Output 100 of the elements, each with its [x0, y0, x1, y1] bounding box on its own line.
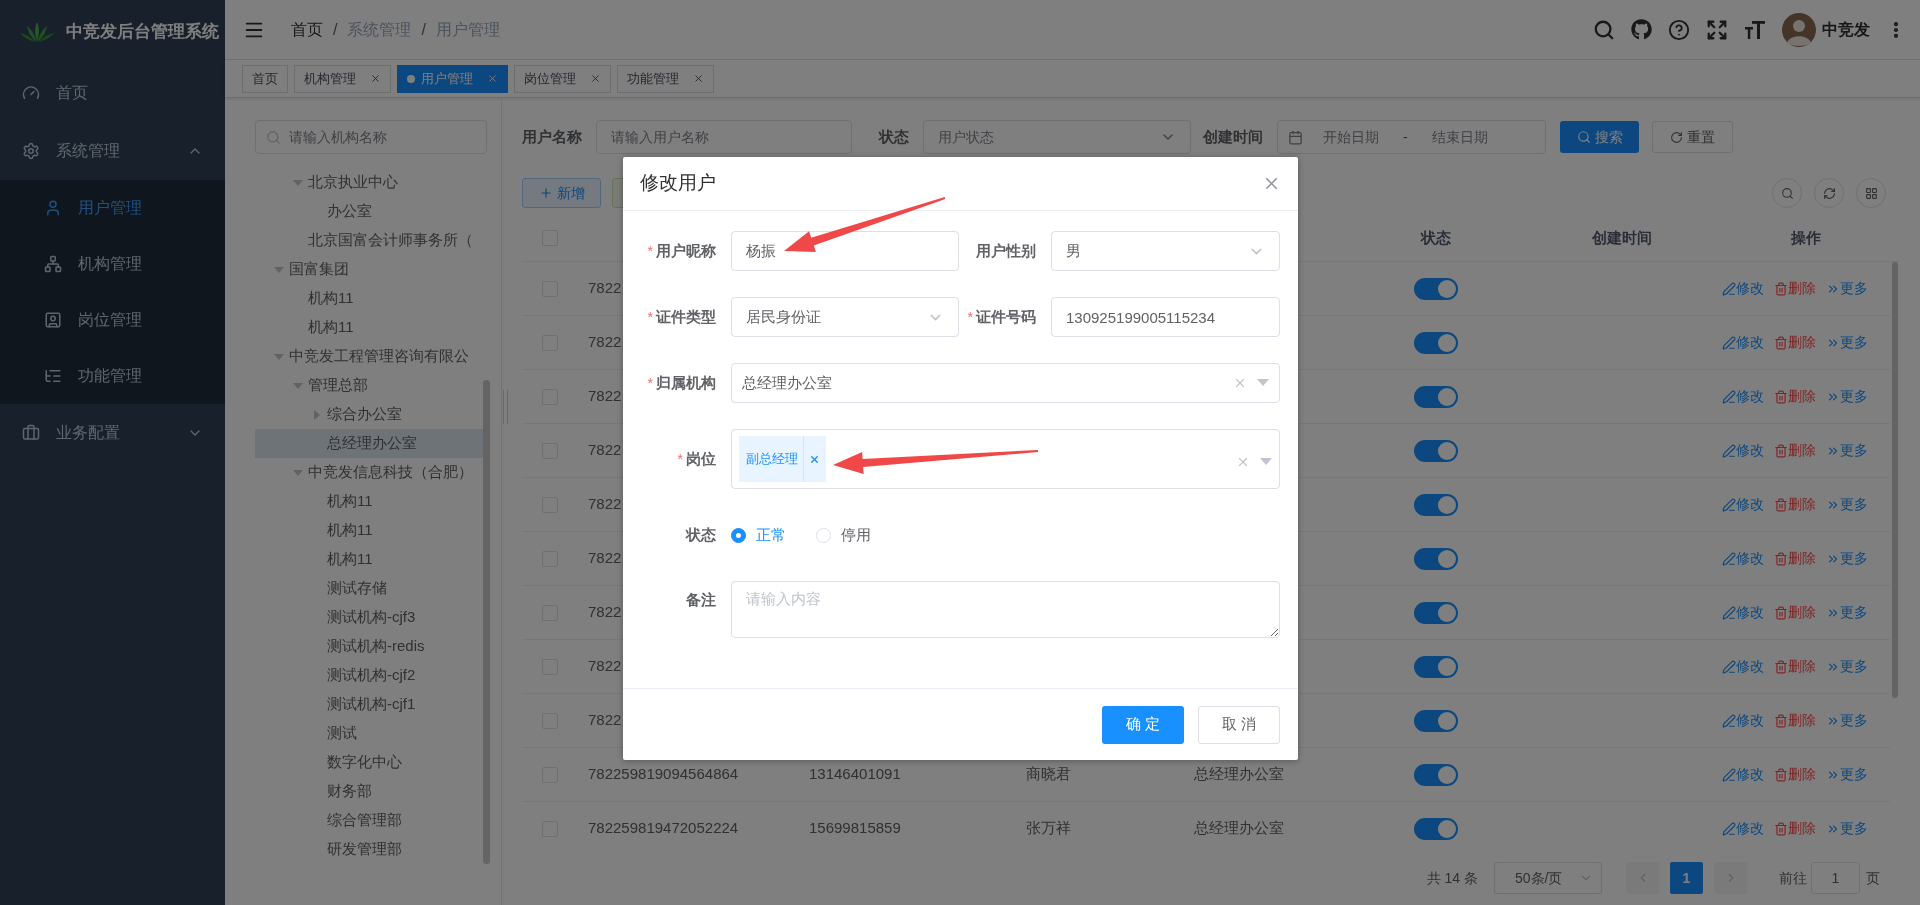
menu-item[interactable]: 机构管理: [0, 236, 225, 292]
delete-button[interactable]: 删除: [1774, 332, 1816, 353]
menu-item[interactable]: 系统管理: [0, 122, 225, 180]
tag-close-icon[interactable]: [809, 453, 820, 465]
tree-node[interactable]: 综合办公室: [255, 400, 483, 429]
tree-node[interactable]: 北京执业中心: [255, 168, 483, 197]
menu-item[interactable]: 岗位管理: [0, 292, 225, 348]
more-button[interactable]: 更多: [1826, 710, 1868, 731]
tree-node[interactable]: 测试机构-redis: [255, 632, 483, 661]
cancel-button[interactable]: 取 消: [1198, 705, 1280, 744]
search-button[interactable]: 搜索: [1560, 121, 1639, 153]
tree-node[interactable]: 机构11: [255, 313, 483, 342]
edit-button[interactable]: 修改: [1722, 386, 1764, 407]
more-button[interactable]: 更多: [1826, 386, 1868, 407]
tag-tab[interactable]: 岗位管理: [514, 64, 611, 93]
close-icon[interactable]: [590, 73, 601, 84]
status-switch[interactable]: [1414, 655, 1458, 678]
avatar[interactable]: [1782, 12, 1816, 47]
more-button[interactable]: 更多: [1826, 602, 1868, 623]
tree-select-field[interactable]: 总经理办公室: [731, 363, 1280, 403]
edit-button[interactable]: 修改: [1722, 548, 1764, 569]
menu-item[interactable]: 功能管理: [0, 348, 225, 404]
status-switch[interactable]: [1414, 493, 1458, 516]
text-field[interactable]: 130925199005115234: [1051, 297, 1280, 337]
status-select[interactable]: 用户状态: [923, 120, 1191, 154]
text-area[interactable]: 请输入内容: [731, 581, 1280, 638]
reset-button[interactable]: 重置: [1652, 121, 1733, 153]
close-icon[interactable]: [487, 73, 498, 84]
clear-icon[interactable]: [1233, 376, 1247, 390]
tag-tab[interactable]: 用户管理: [397, 64, 508, 93]
tree-node[interactable]: 测试机构-cjf3: [255, 603, 483, 632]
status-switch[interactable]: [1414, 385, 1458, 408]
help-icon[interactable]: [1668, 18, 1690, 41]
close-icon[interactable]: [370, 73, 381, 84]
edit-button[interactable]: 修改: [1722, 332, 1764, 353]
status-switch[interactable]: [1414, 601, 1458, 624]
tree-node[interactable]: 测试机构-cjf1: [255, 690, 483, 719]
add-button[interactable]: 新增: [522, 178, 601, 208]
delete-button[interactable]: 删除: [1774, 386, 1816, 407]
page-size-select[interactable]: 50条/页: [1494, 862, 1602, 894]
menu-item[interactable]: 业务配置: [0, 404, 225, 462]
text-field[interactable]: 杨振: [731, 231, 959, 271]
edit-button[interactable]: 修改: [1722, 764, 1764, 785]
radio-option[interactable]: 停用: [816, 523, 871, 547]
font-size-icon[interactable]: [1744, 18, 1766, 41]
tree-node[interactable]: 中竞发工程管理咨询有限公: [255, 342, 483, 371]
menu-item[interactable]: 用户管理: [0, 180, 225, 236]
more-button[interactable]: 更多: [1826, 656, 1868, 677]
delete-button[interactable]: 删除: [1774, 602, 1816, 623]
more-button[interactable]: 更多: [1826, 818, 1868, 839]
tree-node[interactable]: 中竞发信息科技（合肥）: [255, 458, 483, 487]
select-field[interactable]: 居民身份证: [731, 297, 959, 337]
status-switch[interactable]: [1414, 817, 1458, 840]
multi-select-field[interactable]: 副总经理: [731, 429, 1280, 489]
radio-option[interactable]: 正常: [731, 523, 786, 547]
more-button[interactable]: 更多: [1826, 278, 1868, 299]
page-jump-field[interactable]: 1: [1811, 862, 1860, 894]
status-switch[interactable]: [1414, 277, 1458, 300]
tag-tab[interactable]: 功能管理: [617, 64, 714, 93]
tree-node[interactable]: 测试: [255, 719, 483, 748]
delete-button[interactable]: 删除: [1774, 656, 1816, 677]
menu-item[interactable]: 首页: [0, 64, 225, 122]
edit-button[interactable]: 修改: [1722, 602, 1764, 623]
status-switch[interactable]: [1414, 547, 1458, 570]
status-switch[interactable]: [1414, 763, 1458, 786]
tree-node[interactable]: 数字化中心: [255, 748, 483, 777]
resize-handle[interactable]: [503, 390, 508, 424]
user-name[interactable]: 中竞发: [1822, 17, 1870, 42]
more-button[interactable]: 更多: [1826, 440, 1868, 461]
confirm-button[interactable]: 确 定: [1102, 705, 1184, 744]
tree-search-field[interactable]: 请输入机构名称: [255, 120, 487, 154]
edit-button[interactable]: 修改: [1722, 440, 1764, 461]
tag[interactable]: 副总经理: [739, 436, 826, 482]
edit-button[interactable]: 修改: [1722, 818, 1764, 839]
tree-node[interactable]: 测试存储: [255, 574, 483, 603]
edit-button[interactable]: 修改: [1722, 278, 1764, 299]
tree-node[interactable]: 管理总部: [255, 371, 483, 400]
delete-button[interactable]: 删除: [1774, 764, 1816, 785]
github-icon[interactable]: [1631, 19, 1652, 40]
page-button[interactable]: 1: [1670, 862, 1703, 894]
tree-node[interactable]: 机构11: [255, 284, 483, 313]
tree-node[interactable]: 机构11: [255, 487, 483, 516]
tree-node[interactable]: 研发管理部: [255, 835, 483, 864]
delete-button[interactable]: 删除: [1774, 818, 1816, 839]
delete-button[interactable]: 删除: [1774, 278, 1816, 299]
date-range-field[interactable]: 开始日期 - 结束日期: [1277, 120, 1546, 154]
status-switch[interactable]: [1414, 439, 1458, 462]
tree-node[interactable]: 测试机构-cjf2: [255, 661, 483, 690]
search-icon[interactable]: [1593, 18, 1615, 41]
select-field[interactable]: 男: [1051, 231, 1280, 271]
tree-node[interactable]: 机构11: [255, 516, 483, 545]
delete-button[interactable]: 删除: [1774, 548, 1816, 569]
tree-node[interactable]: 总经理办公室: [255, 429, 483, 458]
tree-node[interactable]: 北京国富会计师事务所（: [255, 226, 483, 255]
delete-button[interactable]: 删除: [1774, 710, 1816, 731]
tree-node[interactable]: 办公室: [255, 197, 483, 226]
tag-tab[interactable]: 机构管理: [294, 64, 391, 93]
edit-button[interactable]: 修改: [1722, 710, 1764, 731]
status-switch[interactable]: [1414, 709, 1458, 732]
edit-button[interactable]: 修改: [1722, 656, 1764, 677]
